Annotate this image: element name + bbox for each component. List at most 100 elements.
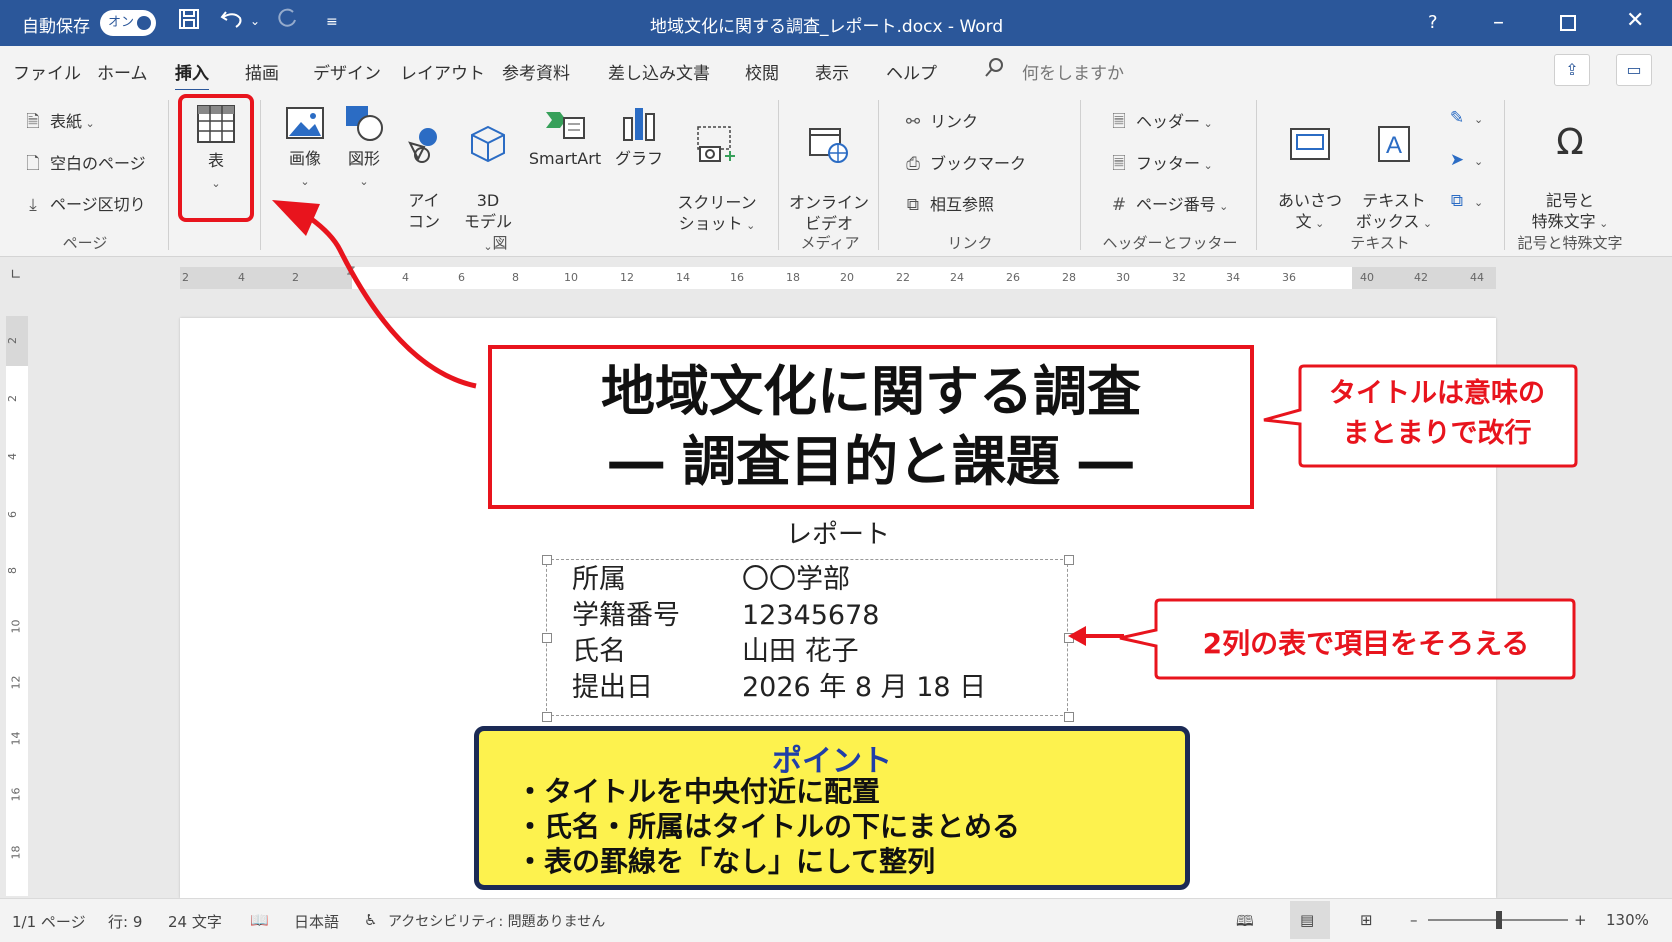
group-label-link: リンク [947, 234, 993, 252]
table-cell-label: 氏名 [572, 636, 626, 667]
table-cell-label: 学籍番号 [572, 600, 680, 631]
tab-references[interactable]: 参考資料 [502, 59, 570, 84]
close-icon[interactable]: ✕ [1626, 8, 1644, 33]
table-handle[interactable] [542, 555, 552, 565]
text-box-button[interactable]: A テキスト ボックス ⌄ [1352, 104, 1436, 234]
tab-file[interactable]: ファイル [13, 59, 81, 84]
group-label-text: テキスト [1350, 234, 1410, 252]
cube-icon [471, 125, 505, 163]
accessibility-icon[interactable]: ♿ [364, 911, 377, 929]
omega-icon: Ω [1556, 122, 1584, 163]
group-label-media: メディア [800, 234, 860, 252]
web-layout-icon[interactable]: ⊞ [1360, 911, 1373, 929]
cover-page-icon: 🗎 [26, 112, 40, 132]
screenshot-icon [697, 126, 735, 162]
table-icon [197, 105, 235, 143]
redo-icon[interactable] [275, 8, 299, 36]
page-number-icon: # [1111, 195, 1127, 215]
blank-page-icon: 🗋 [26, 154, 40, 174]
page-break-button[interactable]: ⤓ ページ区切り [22, 191, 145, 215]
online-video-icon [809, 128, 848, 163]
table-cell-label: 提出日 [572, 672, 653, 703]
chart-button[interactable]: グラフ [614, 104, 664, 169]
maximize-icon[interactable] [1560, 12, 1576, 37]
object-button[interactable]: ⧉ ⌄ [1446, 191, 1483, 211]
tab-help[interactable]: ヘルプ [886, 59, 937, 84]
arrow-to-table [1068, 626, 1124, 646]
group-label-header-footer: ヘッダーとフッター [1102, 234, 1238, 252]
icons-icon [408, 128, 437, 163]
point-item: ・タイトルを中央付近に配置 [516, 775, 881, 808]
search-icon[interactable] [983, 57, 1005, 83]
tab-mailings[interactable]: 差し込み文書 [608, 59, 710, 84]
online-video-button[interactable]: オンライン ビデオ [786, 104, 872, 234]
header-button[interactable]: 🗏 ヘッダー ⌄ [1108, 108, 1213, 138]
link-button[interactable]: ⚯ リンク [902, 108, 978, 132]
quick-parts-button[interactable]: ✎ ⌄ [1446, 108, 1483, 128]
tell-me-search[interactable]: 何をしますか [1022, 59, 1124, 84]
greeting-button[interactable]: あいさつ 文 ⌄ [1268, 104, 1352, 234]
undo-icon[interactable] [220, 8, 246, 36]
shapes-icon [346, 106, 383, 141]
document-title: 地域文化に関する調査_レポート.docx - Word [650, 17, 1004, 37]
autosave-toggle[interactable]: オン [100, 10, 156, 36]
screenshot-button[interactable]: スクリーン ショット ⌄ [675, 104, 759, 236]
page-number-button[interactable]: # ページ番号 ⌄ [1108, 191, 1229, 215]
zoom-slider-thumb[interactable] [1496, 911, 1502, 929]
table-handle[interactable] [1064, 555, 1074, 565]
document-subtitle: レポート [785, 520, 890, 550]
share-icon[interactable]: ⇪ [1554, 54, 1590, 86]
tab-review[interactable]: 校閲 [745, 59, 779, 84]
picture-button[interactable]: 画像 ⌄ [280, 104, 330, 192]
comments-icon[interactable]: ▭ [1616, 54, 1652, 86]
zoom-level[interactable]: 130% [1606, 911, 1649, 929]
language[interactable]: 日本語 [294, 911, 339, 932]
table-button[interactable]: 表 ⌄ [182, 104, 250, 194]
help-icon[interactable]: ? [1428, 12, 1438, 33]
word-count[interactable]: 24 文字 [168, 911, 222, 932]
smartart-button[interactable]: SmartArt [525, 104, 605, 169]
link-icon: ⚯ [905, 112, 921, 132]
undo-dropdown-icon[interactable]: ⌄ [250, 14, 260, 28]
proofing-icon[interactable]: 📖 [250, 911, 269, 929]
tab-home[interactable]: ホーム [97, 59, 148, 84]
print-layout-icon[interactable]: ▤ [1300, 911, 1314, 929]
customize-qat-icon[interactable]: ≡ [326, 14, 338, 30]
table-handle[interactable] [1064, 712, 1074, 722]
blank-page-button[interactable]: 🗋 空白のページ [22, 150, 146, 180]
tab-view[interactable]: 表示 [815, 59, 849, 84]
table-cell-value: 山田 花子 [742, 636, 859, 667]
tab-insert[interactable]: 挿入 [175, 59, 209, 92]
footer-icon: 🗏 [1112, 154, 1126, 174]
point-list: ・タイトルを中央付近に配置 ・氏名・所属はタイトルの下にまとめる ・表の罫線を「… [516, 774, 1020, 879]
table-handle[interactable] [542, 633, 552, 643]
cross-reference-button[interactable]: ⧉ 相互参照 [902, 191, 994, 215]
page-count[interactable]: 1/1 ページ [12, 911, 86, 932]
zoom-out-icon[interactable]: – [1410, 911, 1418, 929]
bookmark-button[interactable]: ⎙ ブックマーク [902, 150, 1026, 174]
footer-button[interactable]: 🗏 フッター ⌄ [1108, 150, 1213, 180]
tab-selector-icon[interactable]: ∟ [10, 267, 22, 283]
text-box-icon: A [1378, 126, 1410, 162]
save-icon[interactable] [178, 8, 200, 36]
zoom-in-icon[interactable]: + [1574, 911, 1587, 929]
table-handle[interactable] [542, 712, 552, 722]
chart-icon [623, 108, 655, 141]
table-cell-label: 所属 [572, 564, 626, 595]
status-bar: 1/1 ページ 行: 9 24 文字 📖 日本語 ♿ アクセシビリティ: 問題あ… [0, 898, 1672, 942]
object-icon: ⧉ [1450, 191, 1464, 211]
tab-draw[interactable]: 描画 [245, 59, 279, 84]
accessibility-status[interactable]: アクセシビリティ: 問題ありません [388, 911, 605, 931]
signature-line-button[interactable]: ➤ ⌄ [1446, 150, 1483, 170]
page-break-icon: ⤓ [29, 195, 37, 215]
minimize-icon[interactable]: – [1493, 10, 1504, 35]
vertical-ruler[interactable]: 2 2 4 6 8 10 12 14 16 18 [6, 316, 28, 896]
tab-layout[interactable]: レイアウト [400, 59, 485, 84]
callout-title-text: タイトルは意味の まとまりで改行 [1329, 378, 1545, 449]
shapes-button[interactable]: 図形 ⌄ [342, 104, 386, 192]
symbols-button[interactable]: Ω 記号と 特殊文字 ⌄ [1520, 102, 1620, 234]
read-mode-icon[interactable]: 🕮 [1236, 911, 1254, 936]
cover-page-button[interactable]: 🗎 表紙 ⌄ [22, 108, 95, 138]
tab-design[interactable]: デザイン [313, 59, 381, 84]
bookmark-icon: ⎙ [906, 154, 920, 174]
